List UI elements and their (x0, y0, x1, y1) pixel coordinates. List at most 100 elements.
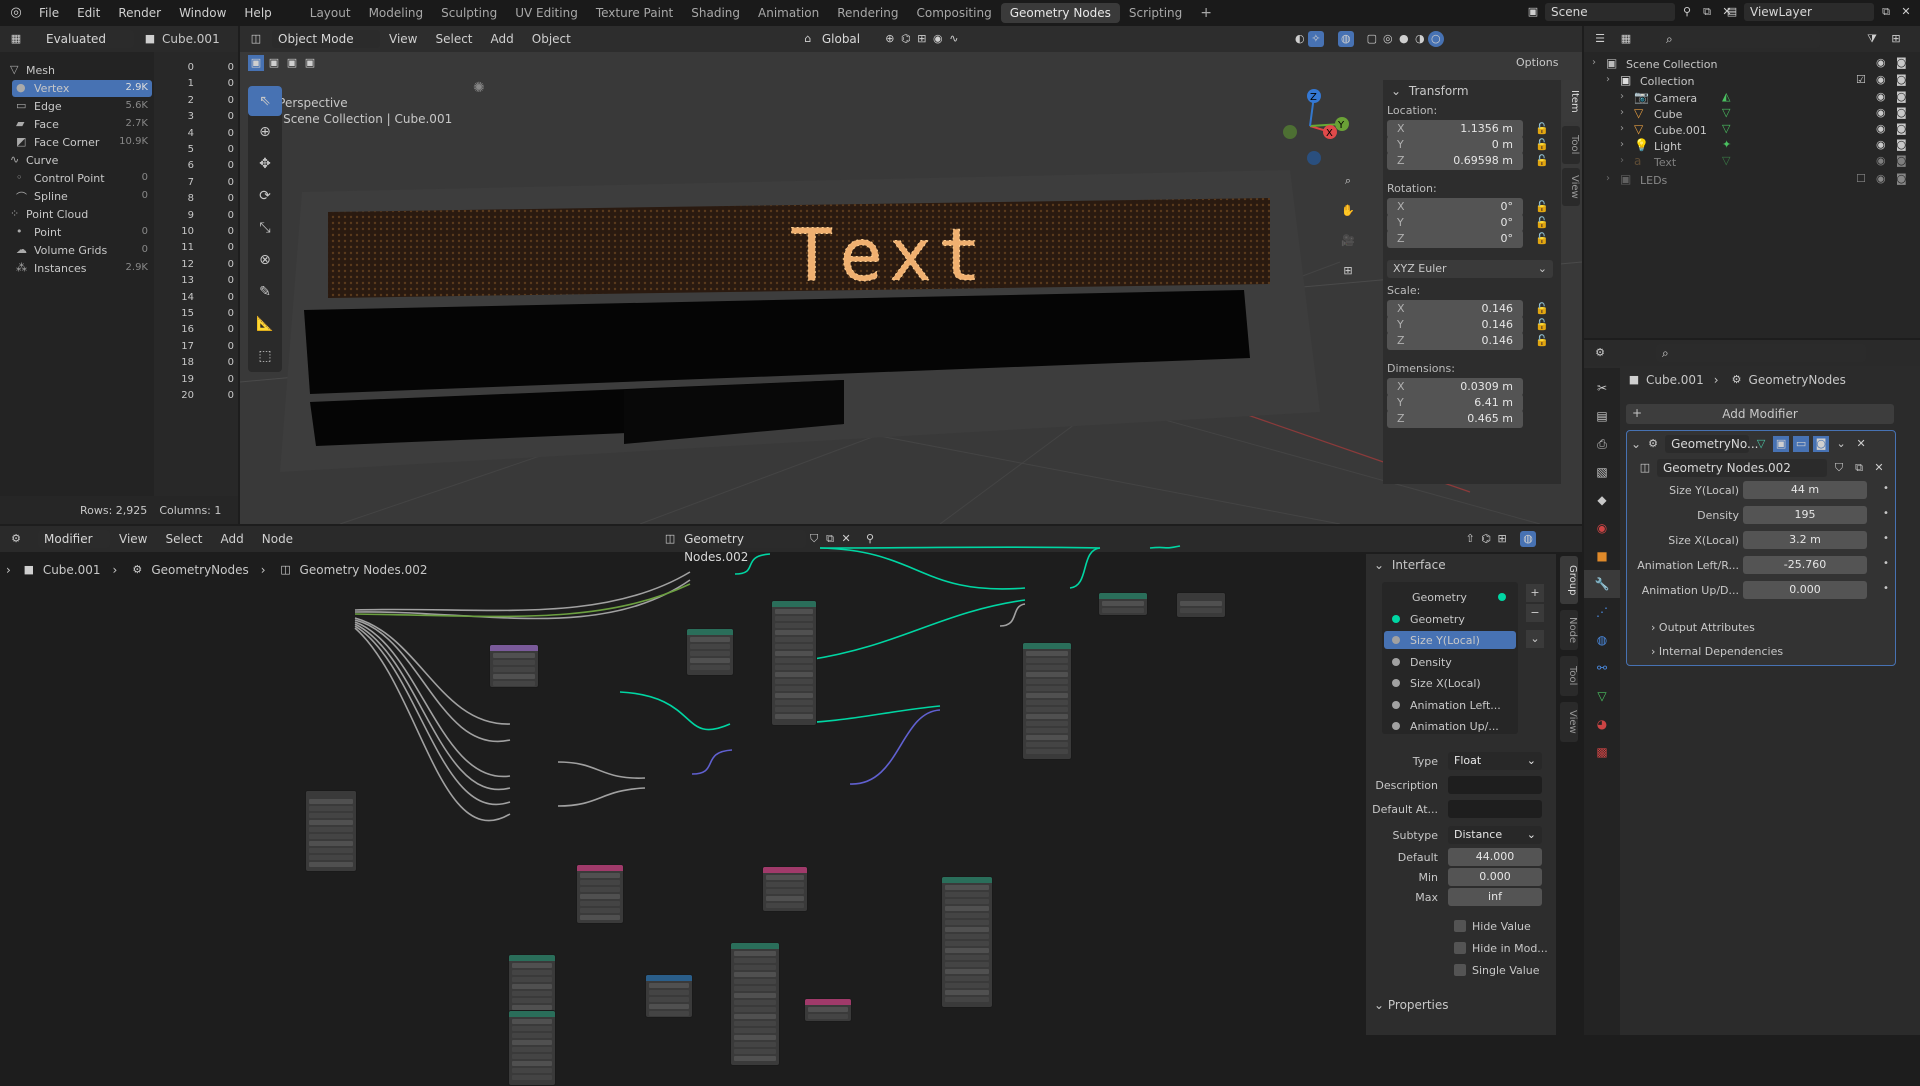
snap-target-icon[interactable]: ⊞ (1494, 531, 1510, 547)
new-scene-icon[interactable]: ⧉ (1699, 4, 1715, 20)
interface-socket-item[interactable]: Density (1384, 653, 1516, 671)
interface-socket-item[interactable]: Animation Left... (1384, 696, 1516, 714)
zoom-icon[interactable]: ⌕ (1337, 170, 1359, 192)
add-socket-icon[interactable]: + (1526, 584, 1544, 602)
interface-socket-item[interactable]: Size X(Local) (1384, 674, 1516, 692)
expand-arrow-icon[interactable]: › (1606, 173, 1610, 184)
menu-window[interactable]: Window (170, 6, 235, 20)
output-attributes-subpanel[interactable]: › Output Attributes (1651, 621, 1755, 634)
wireframe-shading-icon[interactable]: ◎ (1380, 31, 1396, 47)
keyframe-dot-icon[interactable]: • (1883, 583, 1889, 594)
interface-prop-field[interactable] (1448, 776, 1542, 794)
xray-icon[interactable]: ▢ (1364, 31, 1380, 47)
node-editor[interactable]: ⚙ Modifier View Select Add Node ◫ Geomet… (0, 526, 1582, 1086)
graph-node[interactable] (1098, 592, 1148, 616)
viewport-editor-icon[interactable]: ◫ (248, 31, 264, 47)
render-camera-icon[interactable]: ◙ (1896, 106, 1907, 119)
snap-icon[interactable]: ⌬ (898, 31, 914, 47)
view-layer-tab-icon[interactable]: ▧ (1584, 458, 1620, 486)
pin-icon[interactable]: ⚲ (1679, 4, 1695, 20)
display-mode-icon[interactable]: ▦ (1618, 31, 1634, 47)
ortho-grid-icon[interactable]: ⊞ (1337, 260, 1359, 282)
unlink-icon[interactable]: ✕ (1871, 460, 1887, 476)
interface-socket-item[interactable]: Geometry (1384, 588, 1516, 606)
visibility-eye-icon[interactable]: ◉ (1876, 138, 1886, 151)
modifier-name-field[interactable]: GeometryNo... (1665, 435, 1758, 453)
properties-search-input[interactable]: ⌕ (1656, 344, 1866, 362)
output-tab-icon[interactable]: ⎙ (1584, 430, 1620, 458)
lock-icon[interactable]: 🔓 (1535, 232, 1549, 245)
checkbox-icon[interactable] (1454, 942, 1466, 954)
graph-node[interactable] (508, 1010, 556, 1086)
keyframe-dot-icon[interactable]: • (1883, 508, 1889, 519)
tab-uv-editing[interactable]: UV Editing (506, 3, 587, 23)
cage-toggle-icon[interactable]: ▣ (1773, 436, 1790, 452)
fake-user-icon[interactable]: ⛉ (1831, 460, 1847, 476)
render-camera-icon[interactable]: ◙ (1896, 138, 1907, 151)
domain-item-10[interactable]: ☁ Volume Grids 0 (12, 242, 152, 259)
tab-scripting[interactable]: Scripting (1120, 3, 1191, 23)
tab-tool[interactable]: Tool (1562, 126, 1580, 164)
tab-sculpting[interactable]: Sculpting (432, 3, 506, 23)
gizmo-toggle-icon[interactable]: ✧ (1307, 31, 1324, 47)
render-camera-icon[interactable]: ◙ (1896, 90, 1907, 103)
viewport-menu-object[interactable]: Object (523, 32, 580, 46)
render-camera-icon[interactable]: ◙ (1896, 154, 1907, 167)
outliner-item[interactable]: › ▽ Cube ◉ ◙ ▽ (1584, 106, 1920, 122)
domain-item-9[interactable]: • Point 0 (12, 224, 152, 241)
transform-orientation-dropdown[interactable]: Global (816, 30, 882, 48)
overlay-toggle-icon[interactable]: ◍ (1520, 531, 1537, 547)
graph-node[interactable] (804, 998, 852, 1022)
modifier-input-field[interactable]: 0.000 (1743, 581, 1867, 599)
proportional-edit-icon[interactable]: ◉ (930, 31, 946, 47)
node-group-field[interactable]: Geometry Nodes.002 (1657, 459, 1827, 477)
lock-icon[interactable]: 🔓 (1535, 154, 1549, 167)
render-camera-icon[interactable]: ◙ (1896, 56, 1907, 69)
menu-render[interactable]: Render (109, 6, 170, 20)
graph-node[interactable] (645, 974, 693, 1018)
interface-panel-header[interactable]: ⌄ Interface (1366, 554, 1556, 576)
render-camera-icon[interactable]: ◙ (1896, 73, 1907, 86)
snap-target-icon[interactable]: ⊞ (914, 31, 930, 47)
dimensions-z-field[interactable]: Z 0.465 m (1387, 410, 1523, 428)
scene-icon[interactable]: ▣ (1525, 4, 1541, 20)
delete-view-layer-icon[interactable]: ✕ (1898, 4, 1914, 20)
remove-socket-icon[interactable]: − (1526, 604, 1544, 622)
transform-tool-icon[interactable]: ⊗ (248, 244, 282, 276)
menu-file[interactable]: File (30, 6, 68, 20)
render-toggle-icon[interactable]: ◙ (1813, 436, 1830, 452)
lock-icon[interactable]: 🔓 (1535, 200, 1549, 213)
remove-modifier-icon[interactable]: ✕ (1853, 436, 1869, 452)
object-tab-icon[interactable]: ■ (1584, 542, 1620, 570)
lock-icon[interactable]: 🔓 (1535, 334, 1549, 347)
tab-item[interactable]: Item (1562, 80, 1580, 122)
menu-help[interactable]: Help (235, 6, 280, 20)
interface-prop-field[interactable]: 44.000 (1448, 848, 1542, 866)
domain-group-5[interactable]: ∿ Curve (6, 152, 152, 169)
graph-node[interactable] (686, 628, 734, 676)
outliner-search-input[interactable]: ⌕ (1660, 30, 1820, 48)
tab-layout[interactable]: Layout (301, 3, 360, 23)
viewport-toggle-icon[interactable]: ▭ (1793, 436, 1810, 452)
graph-node[interactable] (576, 864, 624, 924)
interface-prop-field[interactable]: Float ⌄ (1448, 752, 1542, 770)
tab-rendering[interactable]: Rendering (828, 3, 907, 23)
graph-node[interactable] (1022, 642, 1072, 760)
visibility-eye-icon[interactable]: ◉ (1876, 122, 1886, 135)
scene-tab-icon[interactable]: ◆ (1584, 486, 1620, 514)
physics-tab-icon[interactable]: ◍ (1584, 626, 1620, 654)
domain-item-3[interactable]: ▰ Face 2.7K (12, 116, 152, 133)
visibility-eye-icon[interactable]: ◉ (1876, 73, 1886, 86)
keyframe-dot-icon[interactable]: • (1883, 483, 1889, 494)
blender-logo-icon[interactable]: ◎ (8, 5, 24, 21)
rotation-mode-dropdown[interactable]: XYZ Euler ⌄ (1387, 260, 1553, 278)
domain-item-6[interactable]: ◦ Control Point 0 (12, 170, 152, 187)
tab-compositing[interactable]: Compositing (907, 3, 1000, 23)
checkbox-icon[interactable]: ☐ (1856, 172, 1866, 185)
tab-view[interactable]: View (1562, 168, 1580, 206)
properties-editor-icon[interactable]: ⚙ (1592, 345, 1608, 361)
expand-arrow-icon[interactable]: › (1592, 57, 1596, 68)
domain-item-1[interactable]: ● Vertex 2.9K (12, 80, 152, 97)
expand-arrow-icon[interactable]: › (1606, 74, 1610, 85)
visibility-eye-icon[interactable]: ◉ (1876, 154, 1886, 167)
